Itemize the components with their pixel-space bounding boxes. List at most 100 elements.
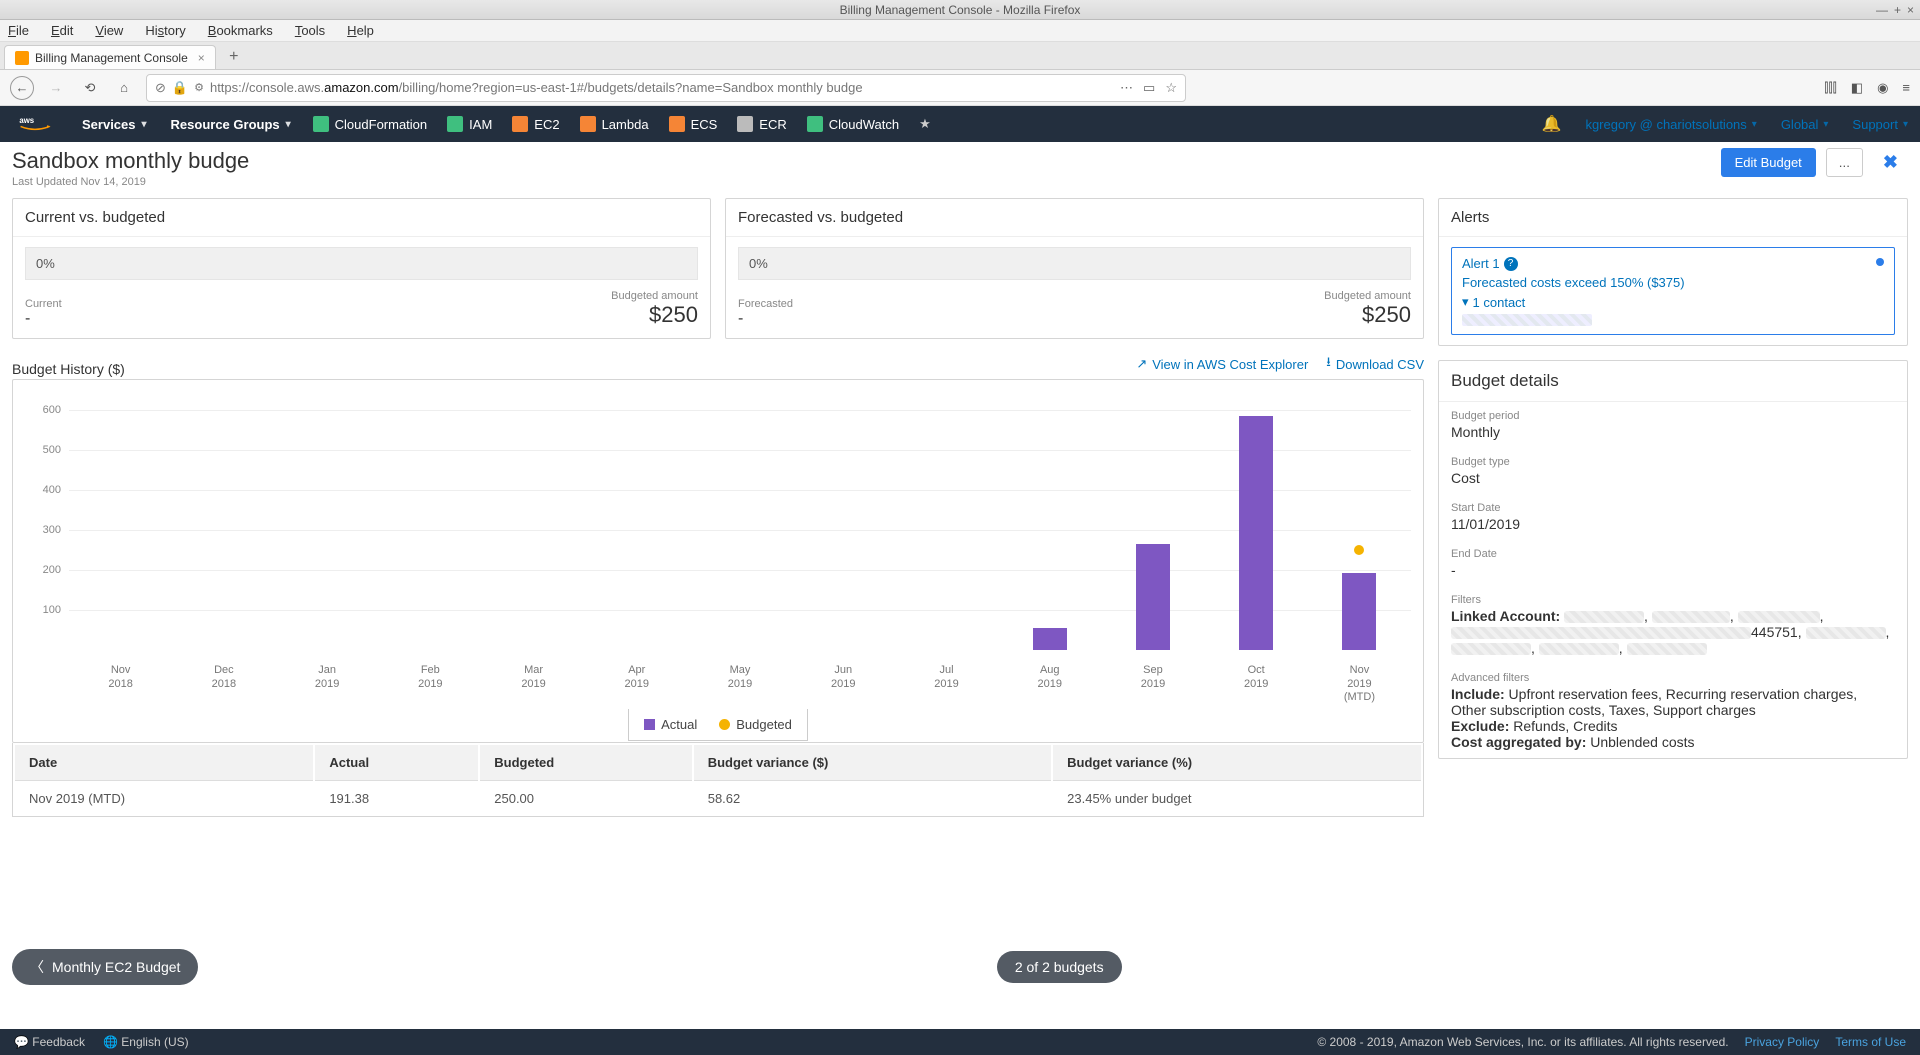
panel-title: Alerts <box>1439 199 1907 237</box>
alert-contact-redacted <box>1462 314 1592 326</box>
new-tab-button[interactable]: + <box>222 45 246 69</box>
account-icon[interactable]: ◉ <box>1877 80 1888 96</box>
nav-shortcut-ec2[interactable]: EC2 <box>502 116 569 132</box>
budget-details-panel: Budget details Budget periodMonthly Budg… <box>1438 360 1908 759</box>
panel-title: Current vs. budgeted <box>13 199 710 237</box>
bar <box>1342 573 1376 650</box>
tab-close-icon[interactable]: × <box>198 51 205 65</box>
language-selector[interactable]: 🌐 English (US) <box>103 1035 189 1049</box>
page-subtitle: Last Updated Nov 14, 2019 <box>12 176 249 188</box>
table-cell: 250.00 <box>480 783 691 814</box>
lock-icon: 🔒 <box>172 80 188 96</box>
bar <box>1033 628 1067 650</box>
menu-history[interactable]: History <box>145 23 185 38</box>
alert-desc: Forecasted costs exceed 150% ($375) <box>1462 275 1884 290</box>
aws-logo-icon[interactable]: aws <box>0 113 70 135</box>
nav-back-button[interactable]: ← <box>10 76 34 100</box>
nav-shortcut-lambda[interactable]: Lambda <box>570 116 659 132</box>
menu-view[interactable]: View <box>95 23 123 38</box>
current-percent: 0% <box>25 247 698 280</box>
alert-contact-toggle[interactable]: ▾ 1 contact <box>1462 294 1884 310</box>
detail-label: Budget type <box>1451 456 1895 468</box>
x-label: Dec2018 <box>172 664 275 704</box>
help-icon[interactable]: ? <box>1504 257 1518 271</box>
menu-tools[interactable]: Tools <box>295 23 325 38</box>
nav-shortcut-iam[interactable]: IAM <box>437 116 502 132</box>
detail-label: Advanced filters <box>1451 672 1895 684</box>
linked-account-value: Linked Account: , , , 445751, , , , <box>1451 608 1895 656</box>
nav-shortcut-cloudwatch[interactable]: CloudWatch <box>797 116 909 132</box>
url-text: https://console.aws.amazon.com/billing/h… <box>210 80 863 95</box>
budgeted-label: Budgeted amount <box>611 290 698 302</box>
library-icon[interactable]: ⫿⫿⫿ <box>1824 80 1836 96</box>
page-header: Sandbox monthly budge Last Updated Nov 1… <box>0 142 1920 198</box>
forecast-value: - <box>738 310 793 328</box>
alert-status-dot-icon <box>1876 258 1884 266</box>
more-icon[interactable]: ⋯ <box>1120 80 1133 96</box>
current-label: Current <box>25 298 62 310</box>
chart-legend: Actual Budgeted <box>628 709 808 741</box>
aggregated-value: Cost aggregated by: Unblended costs <box>1451 734 1895 750</box>
os-titlebar: Billing Management Console - Mozilla Fir… <box>0 0 1920 20</box>
window-maximize-icon[interactable]: + <box>1894 3 1901 17</box>
nav-notifications[interactable]: 🔔 <box>1530 106 1574 142</box>
menu-file[interactable]: File <box>8 23 29 38</box>
privacy-link[interactable]: Privacy Policy <box>1745 1035 1820 1049</box>
url-bar[interactable]: ⊘ 🔒 ⚙ https://console.aws.amazon.com/bil… <box>146 74 1186 102</box>
x-label: Aug2019 <box>998 664 1101 704</box>
current-vs-budgeted-panel: Current vs. budgeted 0% Current- Budgete… <box>12 198 711 339</box>
nav-reload-button[interactable]: ⟲ <box>78 76 102 100</box>
x-label: Nov2019 (MTD) <box>1308 664 1411 704</box>
menu-edit[interactable]: Edit <box>51 23 73 38</box>
sidebar-icon[interactable]: ◧ <box>1851 80 1863 96</box>
download-csv-link[interactable]: ⭳Download CSV <box>1326 353 1424 375</box>
nav-region[interactable]: Global▾ <box>1769 106 1841 142</box>
budget-pager: 〈Monthly EC2 Budget 2 of 2 budgets <box>0 949 1920 985</box>
detail-label: Budget period <box>1451 410 1895 422</box>
prev-budget-button[interactable]: 〈Monthly EC2 Budget <box>12 949 198 985</box>
reader-icon[interactable]: ▭ <box>1143 80 1155 96</box>
alert-item[interactable]: Alert 1 ? Forecasted costs exceed 150% (… <box>1451 247 1895 335</box>
service-icon <box>512 116 528 132</box>
bookmark-star-icon[interactable]: ☆ <box>1165 80 1177 96</box>
browser-tabbar: Billing Management Console × + <box>0 42 1920 70</box>
x-label: Feb2019 <box>379 664 482 704</box>
hamburger-icon[interactable]: ≡ <box>1902 80 1910 96</box>
menu-help[interactable]: Help <box>347 23 374 38</box>
service-icon <box>737 116 753 132</box>
tab-title: Billing Management Console <box>35 51 188 65</box>
nav-pin-icon[interactable]: ★ <box>909 116 941 132</box>
close-panel-icon[interactable]: ✖ <box>1873 148 1908 177</box>
table-header: Budget variance ($) <box>694 745 1051 781</box>
nav-shortcut-cloudformation[interactable]: CloudFormation <box>303 116 438 132</box>
view-cost-explorer-link[interactable]: ↗View in AWS Cost Explorer <box>1136 353 1308 375</box>
forecasted-vs-budgeted-panel: Forecasted vs. budgeted 0% Forecasted- B… <box>725 198 1424 339</box>
nav-support[interactable]: Support▾ <box>1840 106 1920 142</box>
detail-label: Start Date <box>1451 502 1895 514</box>
nav-services[interactable]: Services▾ <box>70 106 159 142</box>
detail-value: 11/01/2019 <box>1451 516 1895 532</box>
budget-history-chart: 100200300400500600 Nov2018Dec2018Jan2019… <box>12 379 1424 743</box>
window-minimize-icon[interactable]: — <box>1876 3 1888 17</box>
copyright: © 2008 - 2019, Amazon Web Services, Inc.… <box>1317 1035 1728 1049</box>
download-icon: ⭳ <box>1326 353 1331 375</box>
nav-shortcut-ecr[interactable]: ECR <box>727 116 796 132</box>
browser-tab[interactable]: Billing Management Console × <box>4 45 216 69</box>
service-icon <box>447 116 463 132</box>
table-header: Date <box>15 745 313 781</box>
more-actions-button[interactable]: ... <box>1826 148 1863 177</box>
browser-menubar: File Edit View History Bookmarks Tools H… <box>0 20 1920 42</box>
terms-link[interactable]: Terms of Use <box>1835 1035 1906 1049</box>
x-label: Sep2019 <box>1101 664 1204 704</box>
nav-shortcut-ecs[interactable]: ECS <box>659 116 728 132</box>
panel-title: Budget details <box>1439 361 1907 402</box>
budgeted-value: $250 <box>1324 302 1411 328</box>
nav-home-button[interactable]: ⌂ <box>112 76 136 100</box>
feedback-link[interactable]: 💬 Feedback <box>14 1035 85 1049</box>
window-close-icon[interactable]: × <box>1907 3 1914 17</box>
nav-resource-groups[interactable]: Resource Groups▾ <box>159 106 303 142</box>
menu-bookmarks[interactable]: Bookmarks <box>208 23 273 38</box>
alerts-panel: Alerts Alert 1 ? Forecasted costs exceed… <box>1438 198 1908 346</box>
nav-account[interactable]: kgregory @ chariotsolutions▾ <box>1573 106 1768 142</box>
edit-budget-button[interactable]: Edit Budget <box>1721 148 1816 177</box>
